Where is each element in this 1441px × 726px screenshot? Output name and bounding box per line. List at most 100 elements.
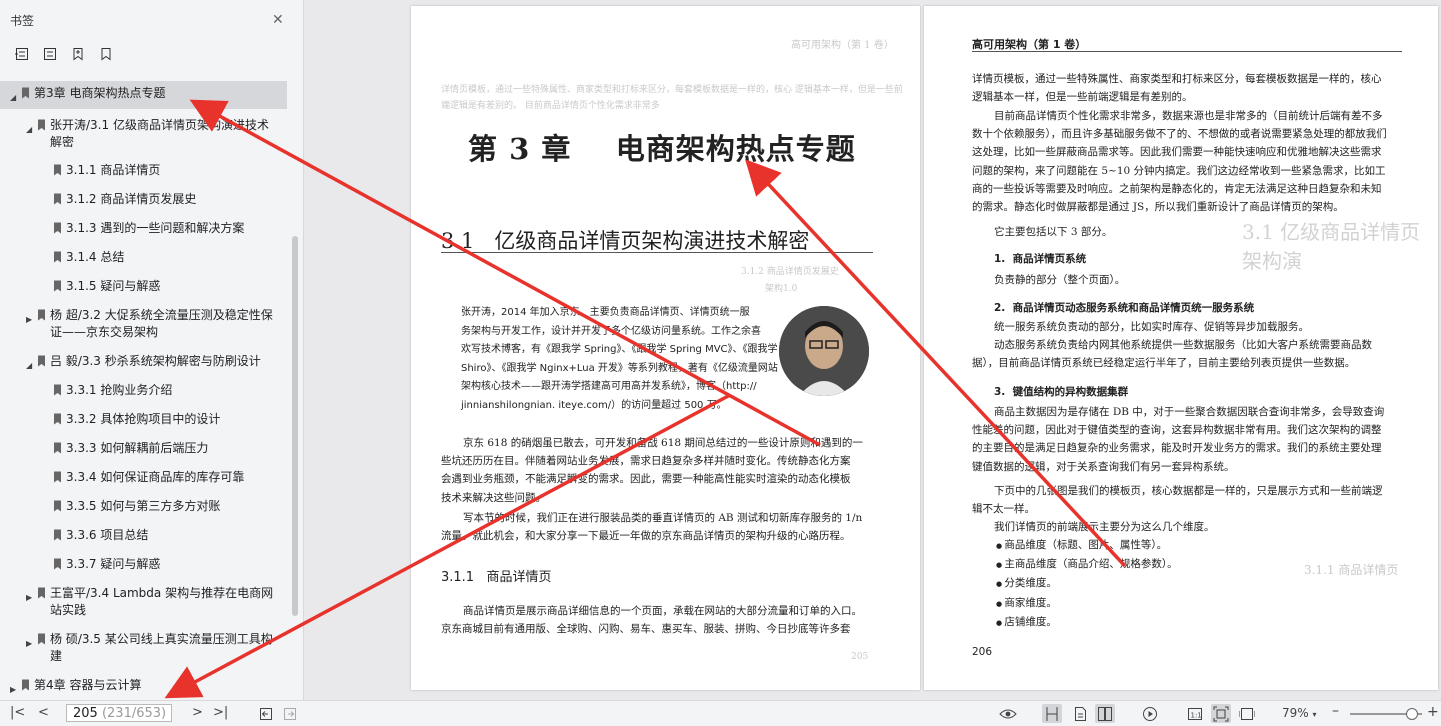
bookmark-node[interactable]: ◢ 张开涛/3.1 亿级商品详情页架构演进技术 解密 <box>0 115 290 151</box>
forward-icon[interactable] <box>280 704 300 723</box>
two-page-icon[interactable] <box>1095 704 1115 723</box>
eye-icon[interactable] <box>998 704 1018 723</box>
bookmark-icon <box>53 442 62 459</box>
text-line: 京东 618 的硝烟虽已散去，可开发和备战 618 期间总结过的一些设计原则和遇… <box>463 437 863 449</box>
bookmark-node[interactable]: ◢ 第3章 电商架构热点专题 <box>0 81 287 109</box>
bookmark-leaf[interactable]: 3.3.1 抢购业务介绍 <box>0 380 290 400</box>
paragraph: 商品主数据因为是存储在 DB 中，对于一些聚合数据因联合查询非常多，会导致查询性… <box>972 403 1384 476</box>
heading-2: 2. 商品详情页动态服务系统和商品详情页统一服务系统 <box>994 302 1255 314</box>
bookmark-icon <box>53 193 62 210</box>
play-icon[interactable] <box>1140 704 1160 723</box>
text-line: 的主要目的是满足日趋复杂的业务需求，能及时开发业务方的需求。我们的系统主要处理 <box>972 442 1382 455</box>
bookmark-leaf[interactable]: 3.1.3 遇到的一些问题和解决方案 <box>0 218 290 238</box>
zoom-in-button[interactable]: + <box>1427 704 1439 720</box>
bookmark-leaf[interactable]: 3.3.5 如何与第三方多方对账 <box>0 496 290 516</box>
bookmark-node[interactable]: ▶ 杨 硕/3.5 某公司线上真实流量压测工具构建 <box>0 629 290 665</box>
page-number-input[interactable]: 205 (231/653) <box>66 704 172 722</box>
running-header: 高可用架构（第 1 卷） <box>972 38 1087 51</box>
next-page-button[interactable]: > <box>192 705 203 720</box>
text-line: 动态服务系统负责给内网其他系统提供一些数据服务（比如大客户系统需要商品数 <box>994 339 1372 352</box>
current-page: 205 <box>73 706 98 721</box>
zoom-select[interactable]: 79% ▾ <box>1282 706 1317 720</box>
fit-page-icon[interactable] <box>1211 704 1231 723</box>
bookmark-node[interactable]: ▶ 杨 超/3.2 大促系统全流量压测及稳定性保 证——京东交易架构 <box>0 305 290 341</box>
text-line: 的需求。静态化时做屏蔽都是通过 JS，所以我们重新设计了商品详情页的架构。 <box>972 201 1344 214</box>
bookmark-icon <box>37 587 46 604</box>
bookmark-label: 3.1.1 商品详情页 <box>66 163 161 177</box>
bookmark-icon <box>37 309 46 326</box>
text-line: 逻辑基本一样，但是一些前端逻辑是有差别的。 <box>972 91 1193 104</box>
bookmark-icon <box>37 119 46 136</box>
text-line: 些坑还历历在目。伴随着网站业务发展，需求日趋复杂多样并随时变化。传统静态化方案 <box>441 455 851 468</box>
bookmark-label-cont: 解密 <box>50 135 75 149</box>
single-page-icon[interactable] <box>1042 704 1062 723</box>
bookmark-leaf[interactable]: 3.3.2 具体抢购项目中的设计 <box>0 409 290 429</box>
bookmark-label: 张开涛/3.1 亿级商品详情页架构演进技术 解密 <box>50 118 269 149</box>
zoom-out-button[interactable]: – <box>1332 703 1339 719</box>
bookmark-leaf[interactable]: 3.3.7 疑问与解惑 <box>0 554 290 574</box>
text-line: 问题的架构，来了问题能在 5~10 分钟内搞定。我们这边经常收到一些紧急需求，比… <box>972 164 1386 177</box>
bookmark-node[interactable]: ▶ 王富平/3.4 Lambda 架构与推荐在电商网 站实践 <box>0 583 290 619</box>
text-line: 张开涛，2014 年加入京东，主要负责商品详情页、详情页统一服 <box>461 307 750 318</box>
collapsed-arrow-icon[interactable]: ▶ <box>26 635 32 652</box>
text-line: 写本节的时候，我们正在进行服装品类的垂直详情页的 AB 测试和切新库存服务的 1… <box>463 512 863 524</box>
bookmark-leaf[interactable]: 3.3.4 如何保证商品库的库存可靠 <box>0 467 290 487</box>
expand-all-icon[interactable] <box>14 46 29 61</box>
bookmark-label: 王富平/3.4 Lambda 架构与推荐在电商网 站实践 <box>50 586 274 617</box>
bookmark-icon <box>53 529 62 546</box>
add-bookmark-icon[interactable] <box>70 46 85 61</box>
chapter-title: 第 3 章 电商架构热点专题 <box>468 132 856 166</box>
prev-page-button[interactable]: < <box>38 705 49 720</box>
expanded-arrow-icon[interactable]: ◢ <box>26 357 32 374</box>
svg-text:1:1: 1:1 <box>1191 711 1202 719</box>
close-icon[interactable]: ✕ <box>272 12 284 28</box>
bookmark-node[interactable]: ◢ 吕 毅/3.3 秒杀系统架构解密与防刷设计 <box>0 351 290 371</box>
zoom-slider-thumb[interactable] <box>1405 708 1418 720</box>
bookmark-label: 3.3.3 如何解耦前后端压力 <box>66 441 209 455</box>
paragraph: 统一服务系统负责动的部分，比如实时库存、促销等异步加载服务。 动态服务系统负责给内… <box>972 318 1372 373</box>
paragraph: 写本节的时候，我们正在进行服装品类的垂直详情页的 AB 测试和切新库存服务的 1… <box>441 509 862 545</box>
bookmark-leaf[interactable]: 3.3.3 如何解耦前后端压力 <box>0 438 290 458</box>
bullet-text: 店铺维度。 <box>1004 615 1057 628</box>
actual-size-icon[interactable]: 1:1 <box>1185 704 1205 723</box>
bookmark-leaf[interactable]: 3.1.1 商品详情页 <box>0 160 290 180</box>
last-page-button[interactable]: >| <box>213 705 228 720</box>
bookmark-node[interactable]: ▶ 第4章 容器与云计算 <box>0 675 290 695</box>
bookmark-label-cont: 建 <box>50 649 63 663</box>
bookmark-leaf[interactable]: 3.1.2 商品详情页发展史 <box>0 189 290 209</box>
first-page-button[interactable]: |< <box>10 705 25 720</box>
bookmark-icon <box>21 679 30 696</box>
paragraph: 详情页模板，通过一些特殊属性、商家类型和打标来区分，每套模板数据是一样的，核心逻… <box>972 70 1382 106</box>
bookmark-icon[interactable] <box>98 46 113 61</box>
collapse-all-icon[interactable] <box>42 46 57 61</box>
text-line: 商品主数据因为是存储在 DB 中，对于一些聚合数据因联合查询非常多，会导致查询 <box>994 406 1385 418</box>
bookmark-leaf[interactable]: 3.1.4 总结 <box>0 247 290 267</box>
bookmark-leaf[interactable]: 3.3.6 项目总结 <box>0 525 290 545</box>
text-line: 辑不太一样。 <box>972 503 1035 516</box>
bookmark-icon <box>37 355 46 372</box>
collapsed-arrow-icon[interactable]: ▶ <box>26 589 32 606</box>
expanded-arrow-icon[interactable]: ◢ <box>26 121 32 138</box>
panel-title: 书签 <box>10 14 35 28</box>
bullet-text: 主商品维度（商品介绍、规格参数）。 <box>1004 558 1178 571</box>
text-line: 据），目前商品详情页系统已经稳定运行半年了，目前主要给列表页提供一些数据。 <box>972 357 1356 370</box>
fit-width-icon[interactable] <box>1237 704 1257 723</box>
bookmark-leaf[interactable]: 3.1.5 疑问与解惑 <box>0 276 290 296</box>
text-line: Shiro》、《跟我学 Nginx+Lua 开发》等系列教程，著有《亿级流量网站 <box>461 362 778 374</box>
bookmark-icon <box>21 87 30 104</box>
paragraph: 我们详情页的前端展示主要分为这么几个维度。 <box>994 521 1215 533</box>
sidebar-scrollbar[interactable] <box>292 236 298 616</box>
continuous-page-icon[interactable] <box>1070 704 1090 723</box>
back-icon[interactable] <box>256 704 276 723</box>
bullet-item: ● 店铺维度。 <box>996 613 1178 632</box>
expanded-arrow-icon[interactable]: ◢ <box>10 89 16 106</box>
text-line: 欢写技术博客，有《跟我学 Spring》、《跟我学 Spring MVC》、《跟… <box>461 344 778 355</box>
bookmark-label: 3.3.2 具体抢购项目中的设计 <box>66 412 221 426</box>
paragraph: 目前商品详情页个性化需求非常多，数据来源也是非常多的（目前统计后端有差不多 数十个… <box>972 107 1387 216</box>
text-line: 商品详情页是展示商品详细信息的一个页面，承载在网站的大部分流量和订单的入口。 <box>463 605 862 617</box>
intro-line: 它主要包括以下 3 部分。 <box>994 226 1113 238</box>
bookmark-icon <box>53 164 62 181</box>
collapsed-arrow-icon[interactable]: ▶ <box>10 681 16 698</box>
collapsed-arrow-icon[interactable]: ▶ <box>26 311 32 328</box>
bookmark-icon <box>53 500 62 517</box>
